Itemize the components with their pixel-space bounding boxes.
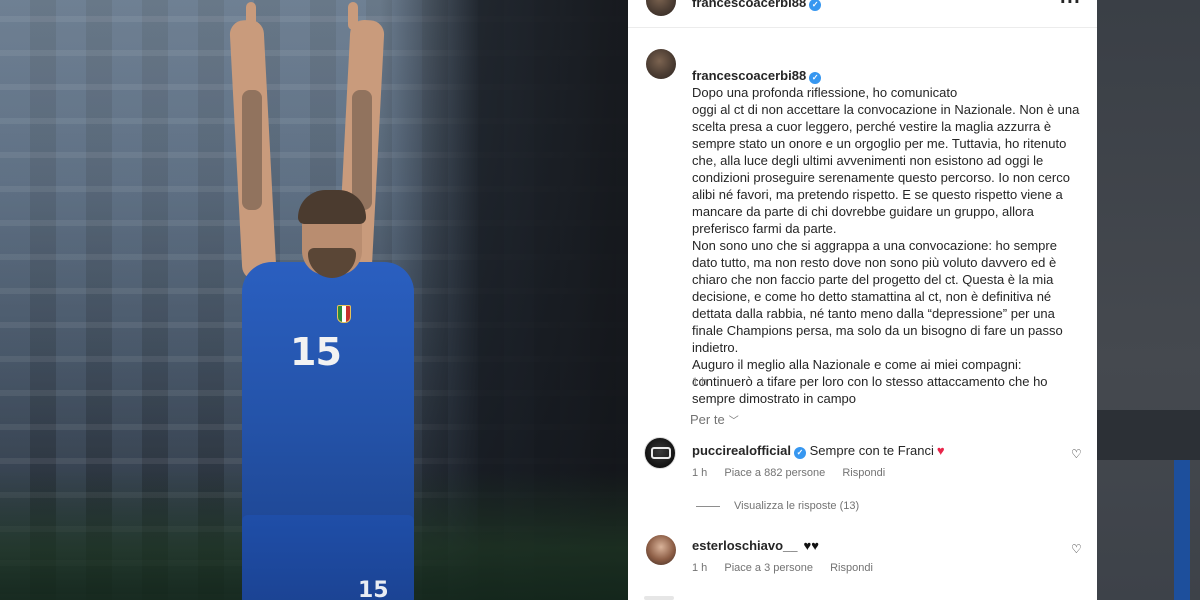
replies-divider (696, 505, 720, 507)
caption-line: mancare da parte di chi dovrebbe guidare… (692, 204, 1034, 219)
post-panel: francescoacerbi88 ✓ ··· francescoacerbi88… (628, 0, 1097, 600)
more-horizontal-icon[interactable]: ··· (1060, 0, 1081, 11)
player-figure: 15 15 (220, 0, 430, 600)
caption-line: condizioni proseguire serenamente questo… (692, 170, 1070, 185)
header-avatar[interactable] (646, 0, 676, 16)
shirt-number: 15 (290, 330, 342, 374)
comment-likes[interactable]: Piace a 882 persone (724, 467, 825, 479)
caption-line: preferisco farmi da parte. (692, 221, 837, 236)
header-username[interactable]: francescoacerbi88 (692, 0, 806, 10)
black-heart-emoji: ♥♥ (803, 538, 819, 553)
caption-line: che, alla luce degli ultimi avvenimenti … (692, 153, 1044, 168)
caption-line: continuerò a tifare per loro con lo stes… (692, 374, 1048, 389)
comment-body: puccirealofficial ✓ Sempre con te Franci ♥ (692, 443, 945, 459)
comment-username[interactable]: esterloschiavo__ (692, 538, 798, 553)
view-replies-button[interactable]: Visualizza le risposte (13) (696, 500, 859, 512)
player-jersey (242, 262, 414, 527)
caption-line: decisione, e come ho detto stamattina al… (692, 289, 1052, 304)
comment-filter-label[interactable]: Per te (690, 412, 725, 427)
like-heart-icon[interactable]: ♡ (1071, 542, 1082, 556)
caption-timestamp[interactable]: 1 h (692, 376, 707, 388)
italy-badge (337, 305, 351, 323)
like-heart-icon[interactable]: ♡ (1071, 447, 1082, 461)
comment-likes[interactable]: Piace a 3 persone (724, 562, 813, 574)
caption-line: dettata dalla rabbia, né tanto meno dall… (692, 306, 1055, 321)
comment-username[interactable]: puccirealofficial (692, 443, 791, 458)
comment-time[interactable]: 1 h (692, 562, 707, 574)
background-blue-strip (1174, 460, 1190, 600)
comment-avatar[interactable] (646, 535, 676, 565)
caption-line: sempre stato un onore e un orgoglio per … (692, 136, 1067, 151)
verified-badge-icon: ✓ (793, 447, 806, 459)
background-shade (1097, 410, 1200, 460)
caption-line: scelta presa a cuor leggero, perché vest… (692, 119, 1052, 134)
comment-avatar[interactable] (644, 437, 676, 469)
caption-line: alibi né favori, ma pretendo rispetto. E… (692, 187, 1063, 202)
next-comment-placeholder (644, 596, 674, 600)
comment-body: esterloschiavo__ ♥♥ (692, 538, 819, 553)
comment-meta: 1 h Piace a 3 persone Rispondi (692, 562, 887, 574)
caption-username[interactable]: francescoacerbi88 (692, 68, 806, 83)
post-header: francescoacerbi88 ✓ ··· (628, 0, 1097, 28)
player-tattoo-right (352, 90, 372, 210)
player-tattoo-left (242, 90, 262, 210)
reply-button[interactable]: Rispondi (842, 467, 885, 479)
chevron-down-icon[interactable]: ﹀ (729, 412, 739, 427)
caption-avatar[interactable] (646, 49, 676, 79)
background-right (1097, 0, 1200, 600)
player-left-finger (246, 2, 256, 30)
comment-meta: 1 h Piace a 882 persone Rispondi (692, 467, 899, 479)
comment-filter-dropdown[interactable]: Per te ﹀ (690, 412, 739, 427)
post-caption: francescoacerbi88 ✓ Dopo una profonda rif… (692, 50, 1084, 407)
comment-time[interactable]: 1 h (692, 467, 707, 479)
player-right-finger (348, 2, 358, 30)
caption-line: dato tutto, ma non resto dove non sono p… (692, 255, 1057, 270)
brand-logo-icon (651, 447, 671, 459)
caption-line: sempre dimostrato in campo (692, 391, 857, 406)
shorts-number: 15 (358, 578, 389, 600)
post-photo: 15 15 (0, 0, 628, 600)
reply-button[interactable]: Rispondi (830, 562, 873, 574)
caption-line: Auguro il meglio alla Nazionale e come a… (692, 357, 1022, 372)
caption-line: Non sono uno che si aggrappa a una convo… (692, 238, 1057, 253)
caption-line: Dopo una profonda riflessione, ho comuni… (692, 85, 958, 100)
caption-line: finale Champions persa, ma solo da un bi… (692, 323, 1063, 338)
caption-line: chiaro che non faccio parte del progetto… (692, 272, 1054, 287)
caption-line: oggi al ct di non accettare la convocazi… (692, 102, 1080, 117)
caption-line: indietro. (692, 340, 739, 355)
verified-badge-icon: ✓ (809, 0, 822, 11)
heart-emoji: ♥ (936, 443, 945, 458)
comment-text: Sempre con te Franci (809, 443, 934, 458)
verified-badge-icon: ✓ (809, 72, 822, 84)
view-replies-label[interactable]: Visualizza le risposte (13) (734, 500, 859, 512)
header-username-link[interactable]: francescoacerbi88 ✓ (692, 0, 822, 11)
